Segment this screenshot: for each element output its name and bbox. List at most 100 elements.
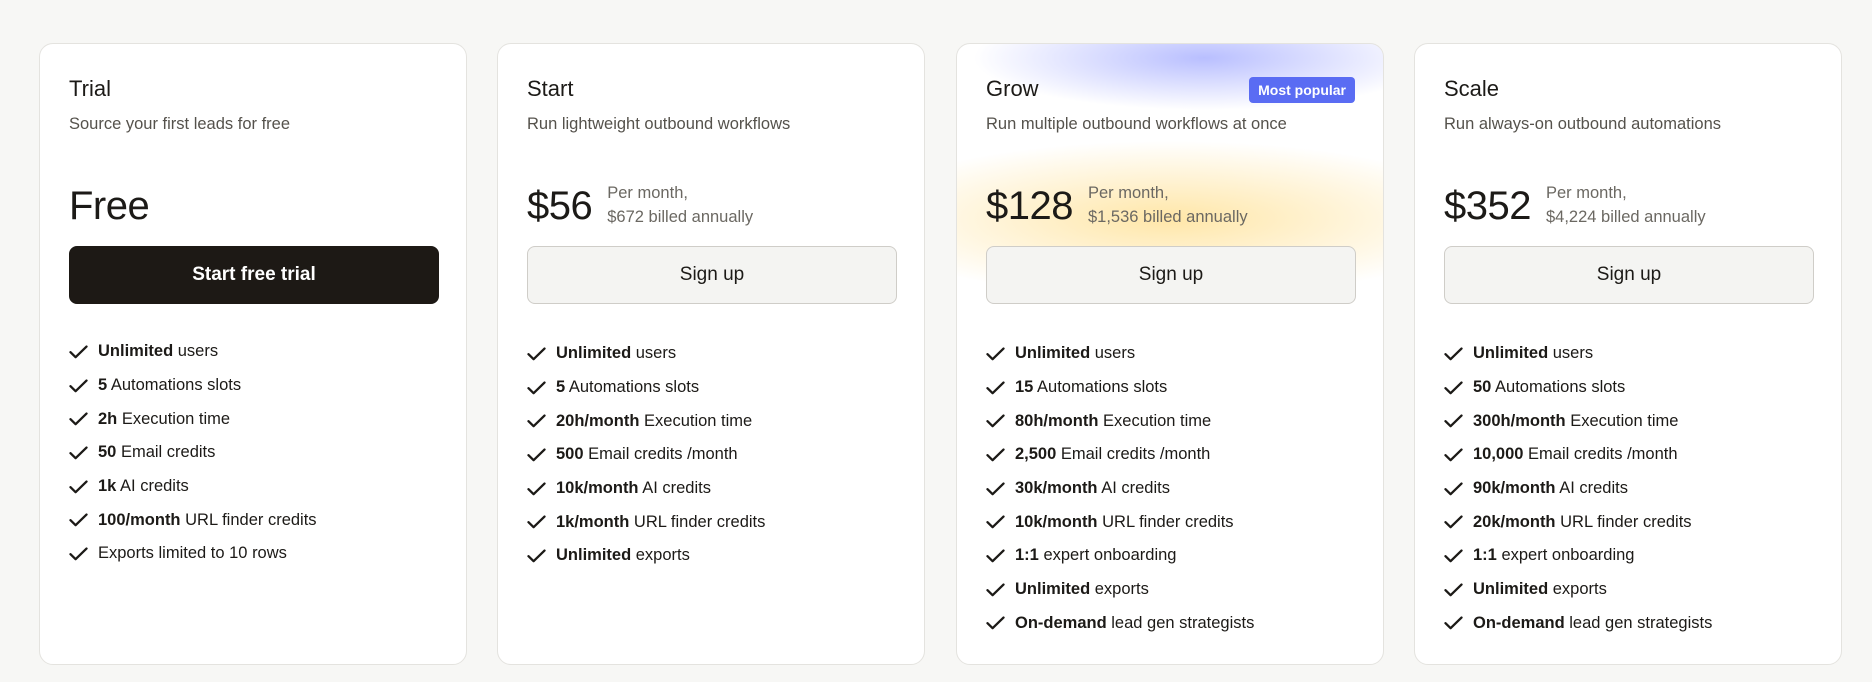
feature-detail: Execution time bbox=[639, 411, 753, 430]
feature-highlight: Unlimited bbox=[1473, 580, 1549, 599]
feature-text: 1k/month URL finder credits bbox=[556, 513, 765, 532]
sign-up-button[interactable]: Sign up bbox=[986, 246, 1356, 304]
feature-item: 2,500 Email credits /month bbox=[986, 438, 1254, 472]
feature-item: 5 Automations slots bbox=[527, 371, 765, 405]
sign-up-button[interactable]: Sign up bbox=[527, 246, 897, 304]
plan-price: $56 bbox=[527, 184, 593, 228]
feature-item: On-demand lead gen strategists bbox=[1444, 607, 1712, 641]
feature-highlight: 10k/month bbox=[1015, 512, 1098, 531]
feature-text: 20k/month URL finder credits bbox=[1473, 513, 1692, 532]
price-note: Per month, $672 billed annually bbox=[607, 181, 753, 229]
feature-highlight: 90k/month bbox=[1473, 479, 1556, 498]
feature-detail: exports bbox=[631, 546, 690, 565]
feature-item: 20k/month URL finder credits bbox=[1444, 505, 1712, 539]
plan-card-trial: Trial Source your first leads for free F… bbox=[39, 43, 467, 665]
feature-detail: Automations slots bbox=[1033, 378, 1168, 397]
check-icon bbox=[986, 583, 1005, 597]
feature-highlight: 50 bbox=[1473, 378, 1492, 397]
feature-item: 1k AI credits bbox=[69, 470, 317, 504]
feature-text: On-demand lead gen strategists bbox=[1015, 614, 1254, 633]
price-note-annual: $672 billed annually bbox=[607, 208, 754, 226]
feature-item: Unlimited users bbox=[69, 335, 317, 369]
check-icon bbox=[69, 547, 88, 561]
feature-highlight: 80h/month bbox=[1015, 411, 1099, 430]
feature-item: 80h/month Execution time bbox=[986, 404, 1254, 438]
feature-detail: Automations slots bbox=[107, 376, 242, 395]
plan-description: Run multiple outbound workflows at once bbox=[986, 115, 1287, 133]
feature-text: 5 Automations slots bbox=[556, 378, 699, 397]
feature-text: Unlimited users bbox=[98, 342, 218, 361]
feature-text: 5 Automations slots bbox=[98, 376, 241, 395]
feature-detail: exports bbox=[1090, 580, 1149, 599]
feature-text: Unlimited users bbox=[556, 344, 676, 363]
feature-text: Unlimited exports bbox=[556, 546, 690, 565]
feature-detail: Automations slots bbox=[1491, 378, 1626, 397]
feature-highlight: 2,500 bbox=[1015, 445, 1057, 464]
feature-text: 100/month URL finder credits bbox=[98, 511, 317, 530]
price-row: $352 Per month, $4,224 billed annually bbox=[1444, 181, 1706, 229]
feature-text: Unlimited users bbox=[1015, 344, 1135, 363]
check-icon bbox=[986, 616, 1005, 630]
feature-highlight: 15 bbox=[1015, 378, 1034, 397]
feature-item: 1:1 expert onboarding bbox=[986, 539, 1254, 573]
feature-item: 15 Automations slots bbox=[986, 371, 1254, 405]
feature-highlight: 2h bbox=[98, 409, 118, 428]
feature-detail: URL finder credits bbox=[1097, 512, 1234, 531]
feature-item: 10,000 Email credits /month bbox=[1444, 438, 1712, 472]
plan-card-scale: Scale Run always-on outbound automations… bbox=[1414, 43, 1842, 665]
price-row: $56 Per month, $672 billed annually bbox=[527, 181, 753, 229]
feature-detail: Automations slots bbox=[565, 378, 700, 397]
check-icon bbox=[986, 448, 1005, 462]
plan-name: Scale bbox=[1444, 76, 1500, 101]
feature-item: 30k/month AI credits bbox=[986, 472, 1254, 506]
feature-detail: Email credits bbox=[116, 443, 216, 462]
check-icon bbox=[69, 480, 88, 493]
feature-item: On-demand lead gen strategists bbox=[986, 607, 1254, 641]
feature-list: Unlimited users 5 Automations slots 2h Exe… bbox=[69, 335, 317, 571]
feature-list: Unlimited users 5 Automations slots 20h/mo… bbox=[527, 337, 765, 573]
check-icon bbox=[1444, 347, 1463, 361]
check-icon bbox=[986, 482, 1005, 495]
feature-text: 2h Execution time bbox=[98, 410, 230, 429]
price-note-period: Per month, bbox=[1087, 184, 1169, 202]
sign-up-button[interactable]: Sign up bbox=[1444, 246, 1814, 304]
feature-text: 30k/month AI credits bbox=[1015, 479, 1170, 498]
feature-text: 500 Email credits /month bbox=[556, 445, 738, 464]
feature-item: 90k/month AI credits bbox=[1444, 472, 1712, 506]
check-icon bbox=[527, 448, 546, 462]
price-row: $128 Per month, $1,536 billed annually bbox=[986, 181, 1248, 229]
feature-detail: URL finder credits bbox=[1555, 512, 1692, 531]
feature-item: 10k/month AI credits bbox=[527, 472, 765, 506]
plan-description: Run always-on outbound automations bbox=[1444, 115, 1722, 133]
feature-detail: AI credits bbox=[638, 479, 711, 498]
check-icon bbox=[1444, 616, 1463, 630]
feature-item: 100/month URL finder credits bbox=[69, 503, 317, 537]
feature-detail: Email credits /month bbox=[1523, 445, 1678, 464]
start-free-trial-button[interactable]: Start free trial bbox=[69, 246, 439, 304]
feature-highlight: Unlimited bbox=[556, 546, 632, 565]
check-icon bbox=[69, 345, 88, 359]
feature-text: 1:1 expert onboarding bbox=[1473, 546, 1634, 565]
plan-description: Run lightweight outbound workflows bbox=[527, 115, 791, 133]
most-popular-badge: Most popular bbox=[1249, 77, 1355, 103]
price-note-period: Per month, bbox=[607, 184, 688, 202]
feature-item: Unlimited exports bbox=[527, 539, 765, 573]
feature-item: 20h/month Execution time bbox=[527, 404, 765, 438]
feature-highlight: Unlimited bbox=[1015, 344, 1091, 363]
feature-detail: AI credits bbox=[1097, 479, 1170, 498]
feature-highlight: 20h/month bbox=[556, 411, 640, 430]
check-icon bbox=[1444, 380, 1463, 394]
feature-highlight: 5 bbox=[556, 378, 566, 397]
feature-detail: Execution time bbox=[1098, 411, 1212, 430]
feature-text: 10,000 Email credits /month bbox=[1473, 445, 1678, 464]
feature-highlight: On-demand bbox=[1015, 613, 1107, 632]
feature-detail: users bbox=[1548, 344, 1594, 363]
feature-highlight: 50 bbox=[98, 443, 117, 462]
check-icon bbox=[69, 378, 88, 392]
feature-list: Unlimited users 15 Automations slots 80h/m… bbox=[986, 337, 1254, 640]
check-icon bbox=[1444, 414, 1463, 428]
feature-text: Exports limited to 10 rows bbox=[98, 544, 287, 563]
check-icon bbox=[69, 446, 88, 460]
feature-item: 10k/month URL finder credits bbox=[986, 505, 1254, 539]
feature-item: Unlimited users bbox=[1444, 337, 1712, 371]
